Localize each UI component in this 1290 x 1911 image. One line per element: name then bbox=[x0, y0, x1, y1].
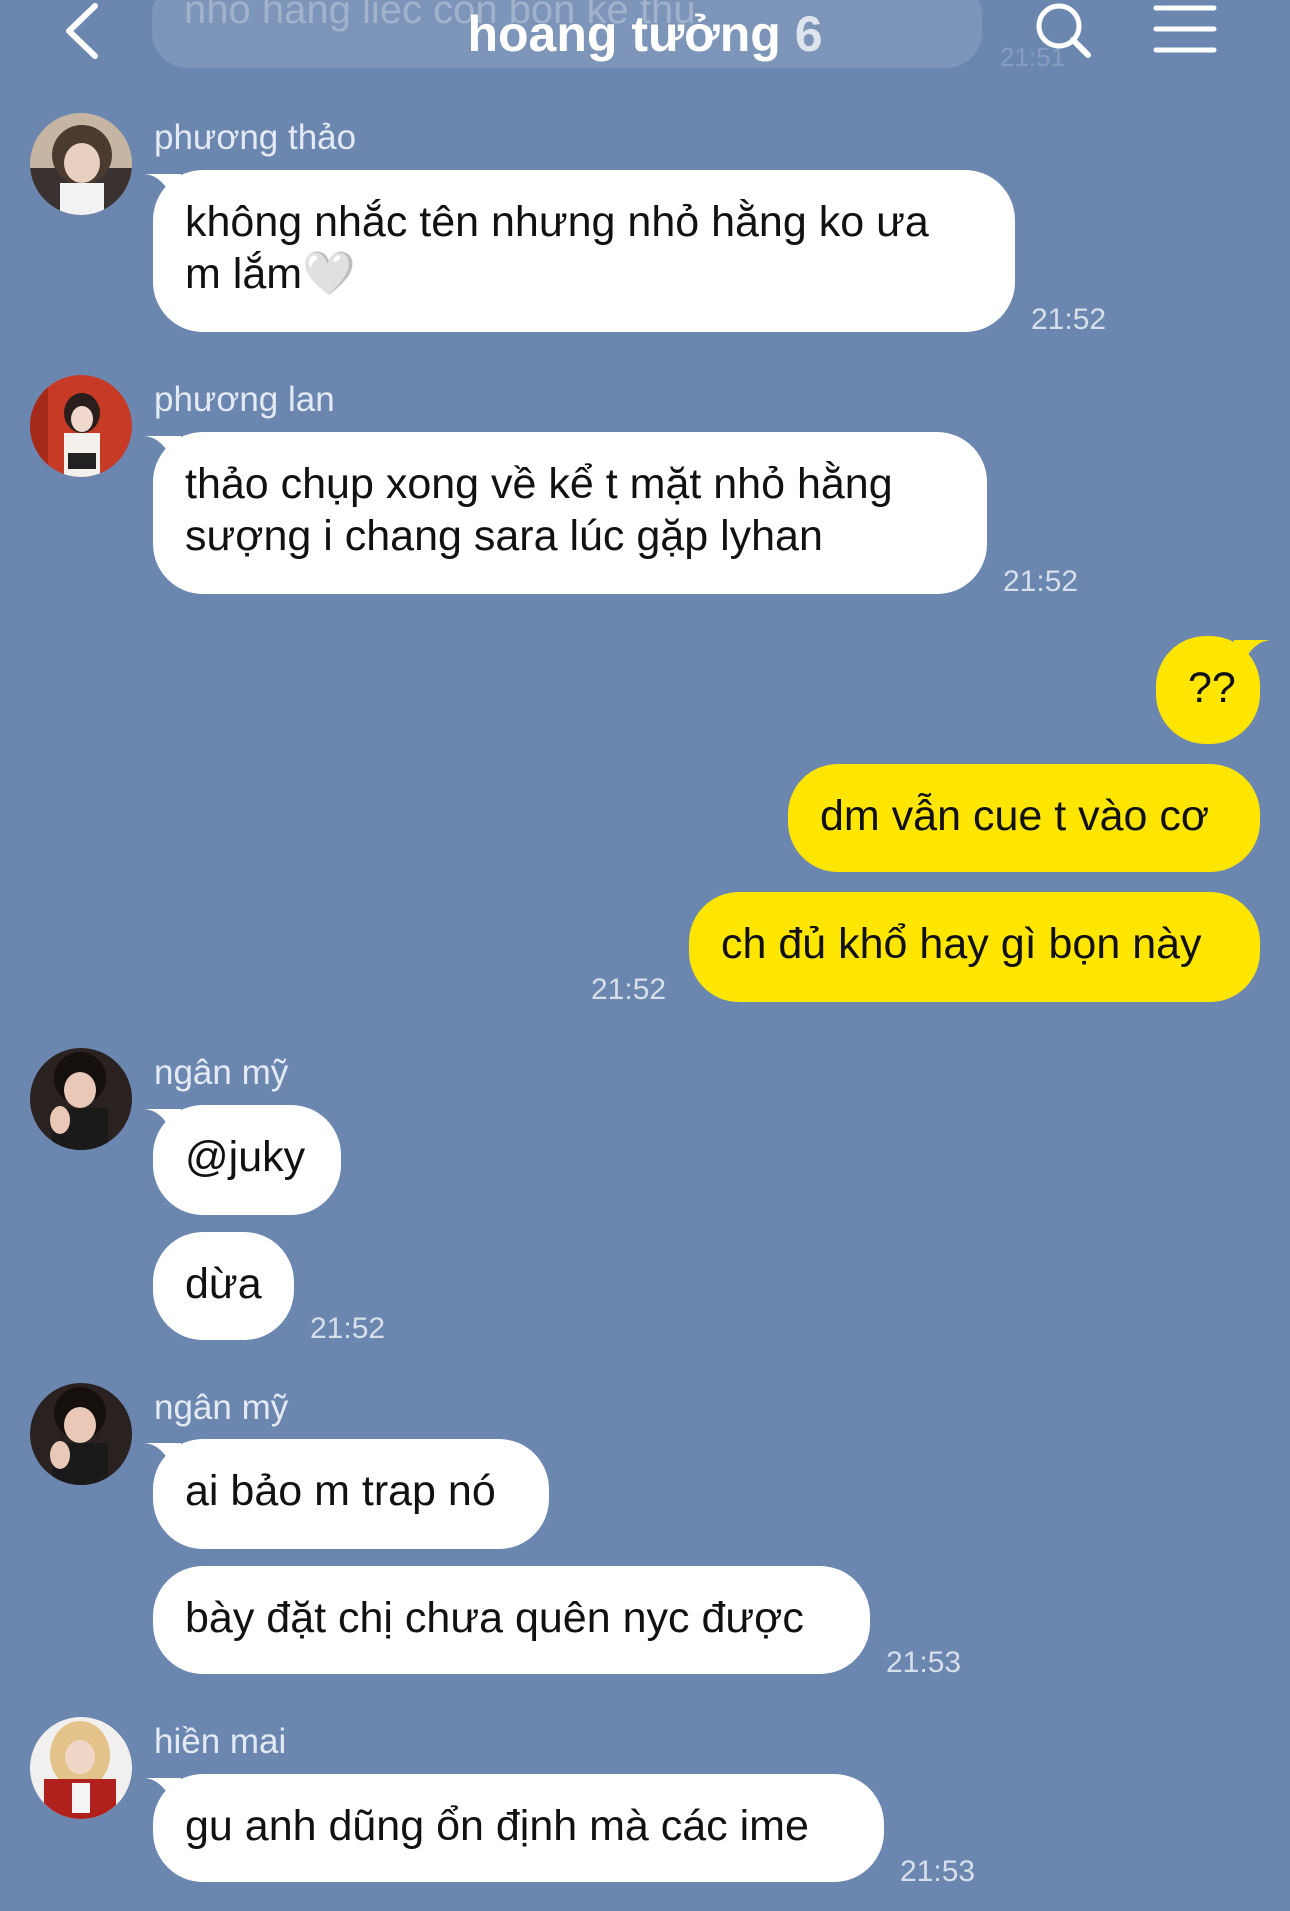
profile-photo bbox=[30, 113, 132, 215]
message-bubble[interactable]: dm vẫn cue t vào cơ bbox=[788, 764, 1260, 872]
message-text: dm vẫn cue t vào cơ bbox=[820, 792, 1210, 840]
chat-header: nhỏ hằng liếc còn bọn kẻ thù 21:51 hoang… bbox=[0, 0, 1290, 90]
message-text: bày đặt chị chưa quên nyc được bbox=[185, 1594, 804, 1642]
sender-name: phương thảo bbox=[154, 118, 357, 157]
avatar[interactable] bbox=[30, 1383, 132, 1485]
message-bubble[interactable]: không nhắc tên nhưng nhỏ hằng ko ưa m lắ… bbox=[153, 170, 1015, 332]
message-bubble[interactable]: dừa bbox=[153, 1232, 294, 1340]
message-bubble[interactable]: ch đủ khổ hay gì bọn này bbox=[689, 892, 1260, 1002]
message-text: ch đủ khổ hay gì bọn này bbox=[721, 920, 1202, 968]
sender-name: hiền mai bbox=[154, 1722, 287, 1761]
message-bubble[interactable]: ?? bbox=[1156, 636, 1260, 744]
message-text: @juky bbox=[185, 1133, 306, 1181]
sender-name: ngân mỹ bbox=[154, 1053, 289, 1092]
avatar[interactable] bbox=[30, 113, 132, 215]
chat-name: hoang tưởng bbox=[467, 6, 781, 62]
message-time: 21:53 bbox=[900, 1855, 976, 1888]
profile-photo bbox=[30, 375, 132, 477]
message-bubble[interactable]: gu anh dũng ổn định mà các ime bbox=[153, 1774, 884, 1882]
message-text: gu anh dũng ổn định mà các ime bbox=[185, 1802, 809, 1850]
sender-name: ngân mỹ bbox=[154, 1388, 289, 1427]
message-time: 21:52 bbox=[1031, 303, 1107, 336]
avatar[interactable] bbox=[30, 375, 132, 477]
message-text: ai bảo m trap nó bbox=[185, 1467, 496, 1515]
message-bubble[interactable]: bày đặt chị chưa quên nyc được bbox=[153, 1566, 870, 1674]
message-bubble[interactable]: thảo chụp xong về kể t mặt nhỏ hằng sượn… bbox=[153, 432, 987, 594]
member-count: 6 bbox=[794, 6, 823, 62]
message-text-line: thảo chụp xong về kể t mặt nhỏ hằng bbox=[185, 460, 893, 508]
avatar[interactable] bbox=[30, 1717, 132, 1819]
sender-name: phương lan bbox=[154, 380, 335, 419]
message-text: dừa bbox=[185, 1260, 262, 1308]
hamburger-menu-icon bbox=[1153, 5, 1217, 53]
message-text-line: m lắm🤍 bbox=[185, 250, 356, 298]
search-button[interactable] bbox=[1030, 0, 1100, 70]
profile-photo bbox=[30, 1048, 132, 1150]
menu-button[interactable] bbox=[1150, 0, 1220, 70]
message-time: 21:53 bbox=[886, 1646, 962, 1679]
message-text-line: không nhắc tên nhưng nhỏ hằng ko ưa bbox=[185, 198, 929, 246]
message-bubble[interactable]: ai bảo m trap nó bbox=[153, 1439, 549, 1549]
message-text-line: sượng i chang sara lúc gặp lyhan bbox=[185, 512, 823, 560]
profile-photo bbox=[30, 1717, 132, 1819]
message-time: 21:52 bbox=[591, 973, 667, 1006]
message-bubble[interactable]: @juky bbox=[153, 1105, 341, 1215]
message-time: 21:52 bbox=[1003, 565, 1079, 598]
message-text: ?? bbox=[1188, 664, 1236, 712]
message-time: 21:52 bbox=[310, 1312, 386, 1345]
search-icon bbox=[1036, 3, 1091, 58]
avatar[interactable] bbox=[30, 1048, 132, 1150]
profile-photo bbox=[30, 1383, 132, 1485]
